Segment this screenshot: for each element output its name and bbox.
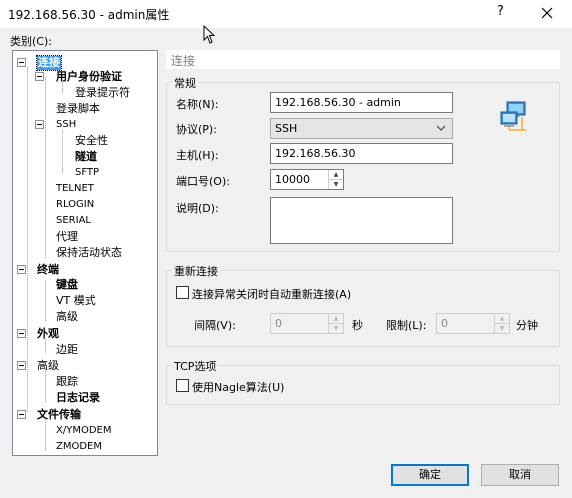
section-header-title: 连接 [171,54,196,68]
tree-item[interactable]: 跟踪 [56,375,78,389]
title-bar: 192.168.56.30 - admin属性 ? [0,0,572,28]
window-title: 192.168.56.30 - admin属性 [8,8,170,22]
reconnect-group-title: 重新连接 [172,263,220,279]
ok-button[interactable]: 确定 [391,464,469,486]
tree-collapse-icon[interactable] [35,120,44,129]
tree-item[interactable]: 保持活动状态 [56,246,122,260]
tree-item[interactable]: 连接 [36,55,62,71]
tree-collapse-icon[interactable] [17,410,26,419]
properties-dialog: 192.168.56.30 - admin属性 ? 类别(C): 连接 用户身份… [0,0,572,498]
host-field[interactable]: 192.168.56.30 [270,143,453,164]
tree-item[interactable]: 用户身份验证 [56,70,122,84]
tree-item[interactable]: 日志记录 [56,391,100,405]
tree-collapse-icon[interactable] [17,329,26,338]
port-spinner[interactable]: ▲ ▼ [328,170,343,189]
network-computers-icon [500,101,526,131]
host-label: 主机(H): [176,149,219,162]
spin-down-icon[interactable]: ▼ [329,180,343,190]
interval-label: 间隔(V): [194,319,236,332]
help-button[interactable]: ? [497,4,504,19]
mouse-cursor-icon [203,25,216,44]
tree-item[interactable]: 登录脚本 [56,102,100,116]
limit-spinner: ▲ ▼ [494,314,509,333]
interval-value: 0 [275,317,282,330]
tree-item[interactable]: 高级 [56,310,78,324]
tree-collapse-icon[interactable] [17,58,26,67]
tree-collapse-icon[interactable] [17,361,26,370]
tree-item[interactable]: 代理 [56,230,78,244]
interval-unit: 秒 [352,319,363,332]
tree-item[interactable]: SERIAL [56,214,91,228]
limit-label: 限制(L): [386,319,427,332]
tree-collapse-icon[interactable] [35,72,44,81]
section-header: 连接 [166,50,560,69]
nagle-label[interactable]: 使用Nagle算法(U) [192,379,284,395]
tree-item[interactable]: 隧道 [75,150,97,164]
tree-item[interactable]: 边距 [56,343,78,357]
tree-item[interactable]: 登录提示符 [75,86,130,100]
limit-value: 0 [441,317,448,330]
cancel-button[interactable]: 取消 [481,464,559,486]
auto-reconnect-checkbox[interactable] [176,286,189,299]
interval-spinner: ▲ ▼ [328,314,343,333]
description-field[interactable] [270,197,453,244]
name-label: 名称(N): [176,98,219,111]
tree-item[interactable]: TELNET [56,182,94,196]
tree-item[interactable]: VT 模式 [56,294,96,308]
spin-down-icon: ▼ [499,324,505,332]
chevron-down-icon [436,125,446,131]
port-stepper[interactable]: 10000 ▲ ▼ [270,169,344,190]
tree-item[interactable]: RLOGIN [56,198,94,212]
tree-item[interactable]: SFTP [75,166,99,180]
port-label: 端口号(O): [176,175,230,188]
port-value: 10000 [275,173,310,186]
protocol-label: 协议(P): [176,123,217,136]
description-label: 说明(D): [176,202,219,215]
limit-stepper: 0 ▲ ▼ [436,313,510,334]
tree-item[interactable]: 外观 [37,327,59,341]
tree-item[interactable]: ZMODEM [56,440,102,454]
interval-stepper: 0 ▲ ▼ [270,313,344,334]
general-group-title: 常规 [172,75,198,91]
protocol-select-value: SSH [275,122,298,135]
tree-item[interactable]: X/YMODEM [56,424,111,438]
tree-item[interactable]: 文件传输 [37,408,81,422]
tree-item[interactable]: 高级 [37,359,59,373]
auto-reconnect-label[interactable]: 连接异常关闭时自动重新连接(A) [192,286,351,302]
category-label: 类别(C): [10,35,52,48]
nagle-checkbox[interactable] [176,379,189,392]
tree-collapse-icon[interactable] [17,265,26,274]
tree-item[interactable]: SSH [56,118,76,132]
reconnect-group [166,270,560,347]
spin-down-icon: ▼ [333,324,339,332]
limit-unit: 分钟 [516,319,538,332]
tcp-group-title: TCP选项 [172,358,219,374]
name-field[interactable]: 192.168.56.30 - admin [270,92,453,113]
close-icon[interactable] [537,3,557,23]
category-tree[interactable]: 连接 用户身份验证登录提示符登录脚本 SSH 安全性隧道 SFTP TELNET RLOGI… [12,50,158,456]
tree-item[interactable]: 安全性 [75,134,108,148]
protocol-select[interactable]: SSH [270,118,453,139]
tree-item[interactable]: 键盘 [56,278,78,292]
tree-item[interactable]: 终端 [37,263,59,277]
